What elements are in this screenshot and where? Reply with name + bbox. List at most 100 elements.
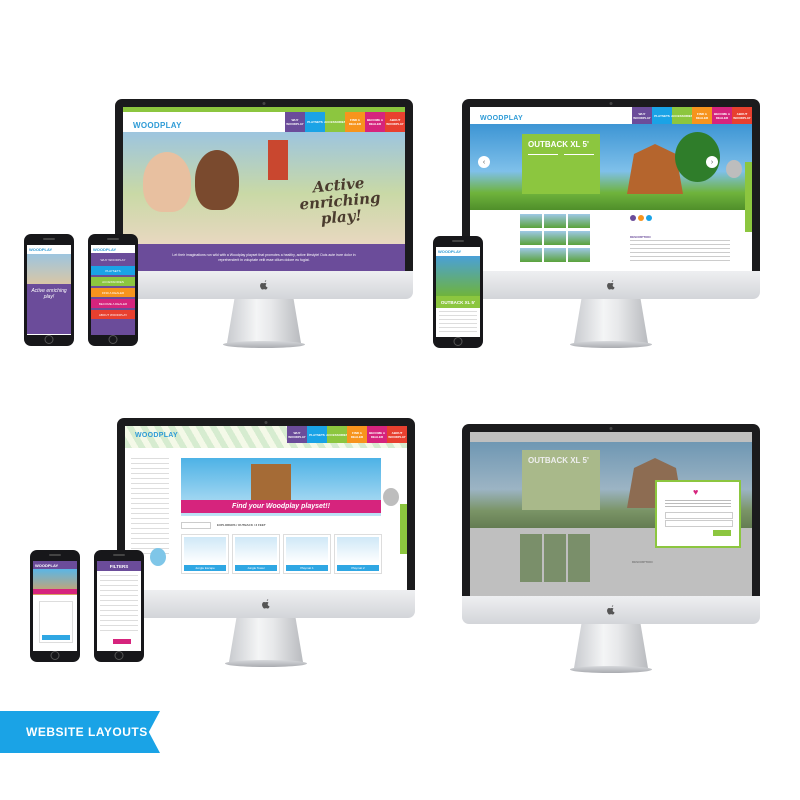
product-card[interactable]: Playmat 1 [283, 534, 331, 574]
description-heading: DESCRIPTION [630, 235, 651, 239]
main-nav: WHY WOODPLAY PLAYSETS ACCESSORIES FIND A DE… [285, 112, 405, 132]
home-button[interactable] [50, 651, 60, 660]
filter-options[interactable] [100, 575, 138, 635]
home-button[interactable] [108, 335, 118, 344]
card-title: Jungle Escape [184, 565, 226, 571]
mobile-header: WOODPLAY [33, 561, 77, 569]
mobile-menu-item[interactable]: ABOUT WOODPLAY [91, 310, 135, 319]
nav-item[interactable]: BECOME A DEALER [365, 112, 385, 132]
nav-item[interactable]: WHY WOODPLAY [632, 107, 652, 124]
modal-text [665, 500, 731, 508]
spec-list [528, 154, 558, 185]
nav-item[interactable]: FIND A DEALER [347, 426, 367, 443]
logo-text[interactable]: WOODPLAY [438, 249, 461, 254]
product-details [439, 311, 477, 335]
modal-screen: OUTBACK XL 5' DESCRIPTION ♥ [470, 432, 752, 596]
nav-item[interactable]: BECOME A DEALER [712, 107, 732, 124]
gallery-thumb[interactable] [568, 231, 590, 245]
logo-text[interactable]: WOODPLAY [93, 247, 116, 252]
apply-filters-button[interactable] [113, 639, 131, 644]
imac-listing: WOODPLAY WHY WOODPLAY PLAYSETS ACCESSORIES… [117, 418, 415, 668]
mobile-menu-item[interactable]: FIND A DEALER [91, 288, 135, 297]
nav-item[interactable]: ABOUT WOODPLAY [387, 426, 407, 443]
listing-screen: WOODPLAY WHY WOODPLAY PLAYSETS ACCESSORIES… [125, 426, 407, 590]
nav-item[interactable]: WHY WOODPLAY [287, 426, 307, 443]
gallery-thumb[interactable] [520, 231, 542, 245]
gallery-thumb[interactable] [568, 248, 590, 262]
product-card[interactable] [39, 601, 73, 643]
mobile-menu-item[interactable]: PLAYSETS [91, 266, 135, 275]
nav-item[interactable]: ABOUT WOODPLAY [385, 112, 405, 132]
nav-item[interactable]: ACCESSORIES [326, 426, 348, 443]
nav-item[interactable]: FIND A DEALER [345, 112, 365, 132]
mobile-menu-item[interactable]: BECOME A DEALER [91, 299, 135, 308]
home-button[interactable] [44, 335, 54, 344]
gallery-thumb[interactable] [544, 231, 566, 245]
side-tab[interactable] [745, 162, 752, 232]
gallery-thumb[interactable] [520, 214, 542, 228]
gallery-thumb[interactable] [568, 214, 590, 228]
description-heading: DESCRIPTION [632, 560, 653, 564]
sort-select[interactable] [181, 522, 211, 529]
hero-image: Active enriching play! [123, 132, 405, 244]
child-photo [195, 150, 239, 210]
prev-arrow-icon[interactable]: ‹ [478, 156, 490, 168]
camera [262, 102, 266, 105]
feature-icon [630, 215, 636, 221]
mobile-menu-item[interactable]: WHY WOODPLAY [91, 255, 135, 264]
product-card[interactable]: Jungle Tower [232, 534, 280, 574]
apple-icon [607, 605, 615, 615]
logo[interactable]: WOODPLAY [480, 115, 523, 122]
name-input[interactable] [665, 512, 733, 519]
product-title-box: OUTBACK XL 5' [522, 450, 600, 510]
nav-item[interactable]: PLAYSETS [305, 112, 325, 132]
product-card[interactable]: Jungle Escape [181, 534, 229, 574]
nav-item[interactable]: ACCESSORIES [324, 112, 346, 132]
logo-text: WOODPLAY [29, 247, 53, 252]
logo-text[interactable]: WOODPLAY [35, 563, 58, 568]
nav-item[interactable]: PLAYSETS [307, 426, 327, 443]
phone-screen: WOODPLAY OUTBACK XL 5' [436, 247, 480, 337]
camera [609, 427, 613, 430]
card-image [235, 537, 277, 563]
child-photo [143, 152, 191, 212]
home-button[interactable] [114, 651, 124, 660]
imac-foot [225, 660, 307, 667]
gallery-thumb[interactable] [544, 248, 566, 262]
gallery [520, 214, 590, 262]
apple-icon [262, 599, 270, 609]
logo[interactable]: WOODPLAY [29, 247, 52, 252]
logo-text: WOODPLAY [133, 121, 182, 130]
logo[interactable]: WOODPLAY [133, 121, 182, 130]
logo[interactable]: WOODPLAY [135, 432, 178, 439]
playset-photo [251, 464, 291, 500]
nav-item[interactable]: FIND A DEALER [692, 107, 712, 124]
gallery-thumb[interactable] [544, 214, 566, 228]
heart-icon: ♥ [693, 487, 699, 497]
gallery-thumb[interactable] [520, 248, 542, 262]
filters-header[interactable]: FILTERS [97, 561, 141, 571]
filter-sidebar[interactable] [131, 458, 169, 558]
submit-button[interactable] [713, 530, 731, 536]
hero-headline: Active enriching play! [31, 288, 67, 300]
side-tab[interactable] [400, 504, 407, 554]
nav-item[interactable]: PLAYSETS [652, 107, 672, 124]
product-card[interactable]: Playmat 2 [334, 534, 382, 574]
next-arrow-icon[interactable]: › [706, 156, 718, 168]
home-screen: WOODPLAY WHY WOODPLAY PLAYSETS ACCESSORIES… [123, 107, 405, 271]
imac-stand [227, 299, 301, 343]
nav-item[interactable]: BECOME A DEALER [367, 426, 387, 443]
product-title: OUTBACK XL 5' [528, 140, 589, 149]
nav-item[interactable]: ACCESSORIES [671, 107, 693, 124]
card-title: Playmat 2 [337, 565, 379, 571]
phone-screen: WOODPLAY [33, 561, 77, 651]
nav-item[interactable]: WHY WOODPLAY [285, 112, 305, 132]
home-button[interactable] [453, 337, 463, 346]
email-input[interactable] [665, 520, 733, 527]
phone-menu: WOODPLAY WHY WOODPLAY PLAYSETS ACCESSORIES… [88, 234, 138, 346]
nav-item[interactable]: ABOUT WOODPLAY [732, 107, 752, 124]
apple-icon [260, 280, 268, 290]
intro-text: Let their imaginations run wild with a W… [172, 253, 356, 262]
mobile-menu-item[interactable]: ACCESSORIES [91, 277, 135, 286]
phone-listing: WOODPLAY [30, 550, 80, 662]
